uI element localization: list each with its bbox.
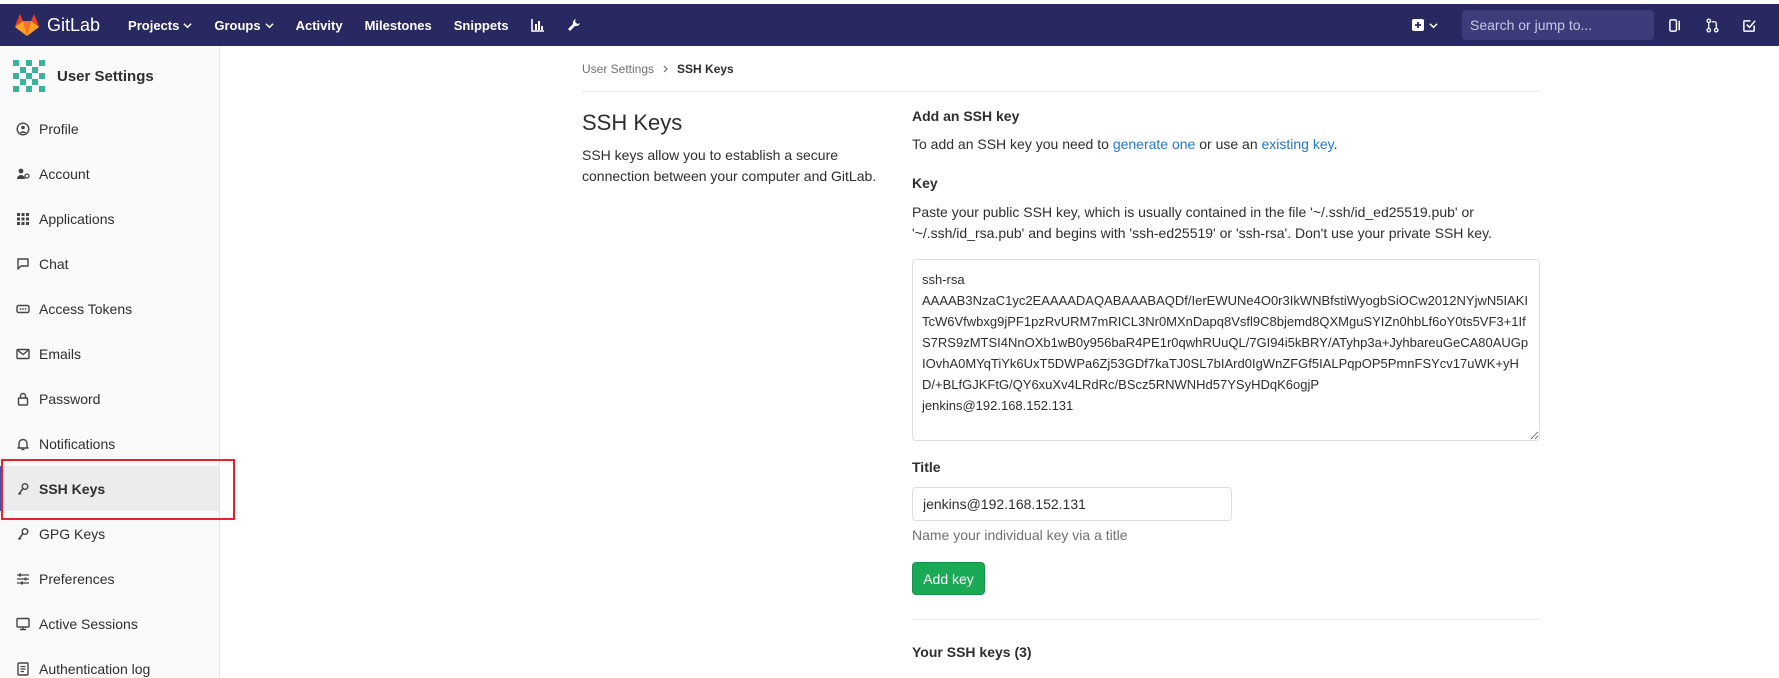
email-icon bbox=[16, 348, 30, 359]
chevron-right-icon bbox=[663, 65, 668, 73]
user-avatar-identicon bbox=[13, 60, 45, 92]
sidebar-item-password[interactable]: Password bbox=[0, 376, 219, 421]
chevron-down-icon bbox=[264, 22, 274, 28]
nav-snippets-label: Snippets bbox=[453, 17, 509, 33]
settings-sidebar: User Settings Profile Account Applicatio… bbox=[0, 46, 220, 678]
sidebar-item-label: Active Sessions bbox=[39, 615, 138, 632]
sidebar-header[interactable]: User Settings bbox=[0, 46, 219, 106]
sidebar-item-label: Emails bbox=[39, 345, 82, 362]
section-divider bbox=[912, 619, 1540, 620]
chevron-down-icon bbox=[183, 22, 192, 28]
sidebar-item-label: Preferences bbox=[39, 570, 115, 587]
top-navbar: GitLab Projects Groups Activity Mileston… bbox=[0, 0, 1779, 46]
sidebar-item-label: Access Tokens bbox=[39, 300, 133, 317]
search-box bbox=[1462, 10, 1654, 40]
sidebar-item-label: Applications bbox=[39, 210, 115, 227]
sidebar-item-label: Chat bbox=[39, 255, 69, 272]
title-help-text: Name your individual key via a title bbox=[912, 527, 1128, 543]
sidebar-title: User Settings bbox=[57, 67, 154, 85]
nav-activity-label: Activity bbox=[295, 17, 343, 33]
sidebar-item-label: Authentication log bbox=[39, 660, 151, 677]
sidebar-item-label: Account bbox=[39, 165, 90, 182]
sidebar-item-applications[interactable]: Applications bbox=[0, 196, 219, 241]
analytics-icon[interactable] bbox=[530, 18, 545, 32]
nav-groups-label: Groups bbox=[214, 17, 261, 33]
sidebar-item-authentication-log[interactable]: Authentication log bbox=[0, 646, 219, 678]
merge-requests-icon[interactable] bbox=[1705, 17, 1720, 33]
breadcrumb-current[interactable]: SSH Keys bbox=[677, 62, 734, 76]
nav-milestones-label: Milestones bbox=[364, 17, 432, 33]
log-icon bbox=[17, 661, 29, 676]
intro-prefix: To add an SSH key you need to bbox=[912, 136, 1113, 152]
sidebar-item-active-sessions[interactable]: Active Sessions bbox=[0, 601, 219, 646]
sidebar-item-access-tokens[interactable]: Access Tokens bbox=[0, 286, 219, 331]
plus-square-icon bbox=[1412, 19, 1424, 31]
breadcrumb-divider bbox=[582, 91, 1540, 92]
sidebar-item-account[interactable]: Account bbox=[0, 151, 219, 196]
brand-name: GitLab bbox=[47, 14, 101, 35]
breadcrumb: User Settings SSH Keys bbox=[582, 62, 734, 76]
add-ssh-key-intro: To add an SSH key you need to generate o… bbox=[912, 136, 1338, 152]
nav-milestones[interactable]: Milestones bbox=[365, 18, 432, 33]
navbar-right bbox=[1411, 4, 1779, 46]
monitor-icon bbox=[16, 617, 30, 630]
nav-snippets[interactable]: Snippets bbox=[454, 18, 509, 33]
sidebar-item-chat[interactable]: Chat bbox=[0, 241, 219, 286]
sidebar-item-profile[interactable]: Profile bbox=[0, 106, 219, 151]
todos-icon[interactable] bbox=[1742, 18, 1757, 33]
key-icon bbox=[17, 527, 29, 540]
intro-suffix: . bbox=[1333, 136, 1338, 152]
lock-icon bbox=[17, 392, 29, 406]
profile-icon bbox=[16, 121, 30, 136]
sidebar-item-label: SSH Keys bbox=[39, 480, 106, 497]
account-icon bbox=[17, 168, 30, 179]
sidebar-item-label: Profile bbox=[39, 120, 79, 137]
intro-middle: or use an bbox=[1195, 136, 1262, 152]
bell-icon bbox=[17, 438, 29, 450]
page-description: SSH keys allow you to establish a secure… bbox=[582, 147, 877, 184]
applications-icon bbox=[17, 212, 29, 225]
sidebar-item-preferences[interactable]: Preferences bbox=[0, 556, 219, 601]
sidebar-item-emails[interactable]: Emails bbox=[0, 331, 219, 376]
add-ssh-key-heading: Add an SSH key bbox=[912, 108, 1020, 124]
gitlab-logo-icon bbox=[15, 14, 39, 36]
ssh-key-textarea[interactable]: ssh-rsa AAAAB3NzaC1yc2EAAAADAQABAAABAQDf… bbox=[912, 259, 1540, 441]
key-help-text: Paste your public SSH key, which is usua… bbox=[912, 204, 1492, 241]
admin-wrench-icon[interactable] bbox=[567, 18, 581, 32]
existing-key-link[interactable]: existing key bbox=[1262, 136, 1334, 152]
chevron-down-icon bbox=[1429, 22, 1438, 28]
nav-projects[interactable]: Projects bbox=[128, 18, 192, 33]
issues-icon[interactable] bbox=[1668, 18, 1683, 33]
breadcrumb-parent[interactable]: User Settings bbox=[582, 62, 654, 76]
sidebar-item-label: Notifications bbox=[39, 435, 116, 452]
new-dropdown[interactable] bbox=[1411, 18, 1438, 32]
generate-one-link[interactable]: generate one bbox=[1113, 136, 1196, 152]
sidebar-item-label: Password bbox=[39, 390, 101, 407]
main-nav: Projects Groups Activity Milestones Snip… bbox=[128, 18, 603, 33]
nav-projects-label: Projects bbox=[128, 17, 180, 33]
title-label: Title bbox=[912, 459, 941, 475]
sidebar-item-notifications[interactable]: Notifications bbox=[0, 421, 219, 466]
chat-icon bbox=[17, 257, 29, 270]
preferences-icon bbox=[17, 573, 29, 584]
nav-groups[interactable]: Groups bbox=[214, 17, 274, 33]
key-label: Key bbox=[912, 175, 938, 191]
token-icon bbox=[16, 304, 30, 313]
nav-activity[interactable]: Activity bbox=[296, 18, 343, 33]
sidebar-item-label: GPG Keys bbox=[39, 525, 106, 542]
gitlab-home-link[interactable]: GitLab bbox=[14, 13, 100, 37]
sidebar-item-ssh-keys[interactable]: SSH Keys bbox=[0, 466, 219, 511]
add-key-button[interactable]: Add key bbox=[912, 562, 985, 595]
sidebar-item-gpg-keys[interactable]: GPG Keys bbox=[0, 511, 219, 556]
search-input[interactable] bbox=[1470, 17, 1651, 33]
your-ssh-keys-heading: Your SSH keys (3) bbox=[912, 644, 1032, 660]
page-title: SSH Keys bbox=[582, 110, 683, 135]
key-title-input[interactable] bbox=[912, 487, 1232, 521]
key-icon bbox=[17, 482, 29, 495]
